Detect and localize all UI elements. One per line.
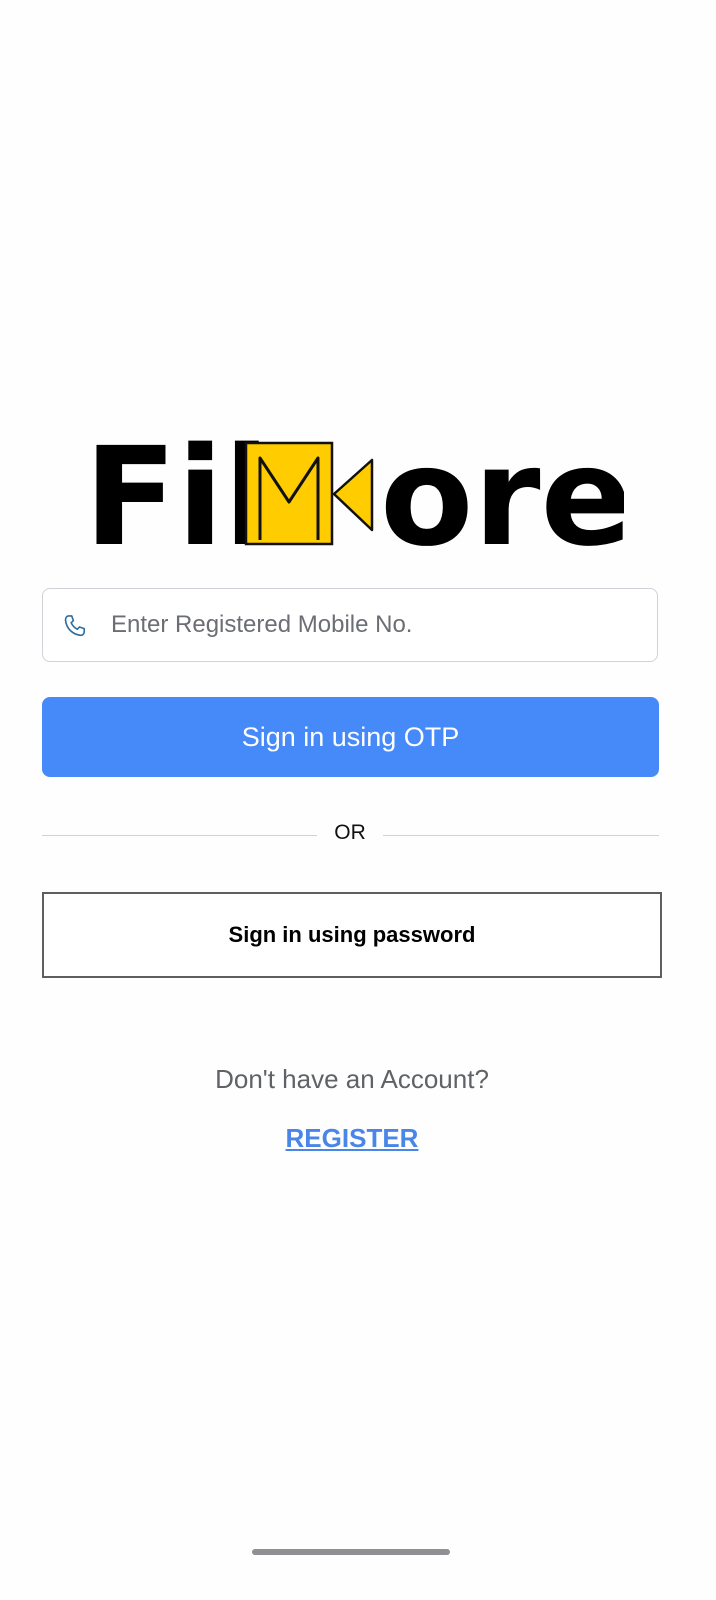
home-indicator[interactable]: [252, 1549, 450, 1555]
register-prompt: Don't have an Account?: [215, 1064, 489, 1094]
login-screen: Fil ore Sign in using OTP OR Sign in usi…: [0, 0, 716, 1600]
sign-in-password-button[interactable]: Sign in using password: [42, 892, 662, 978]
divider-line-left: [42, 835, 317, 836]
mobile-number-input[interactable]: [111, 589, 641, 661]
phone-icon: [64, 615, 86, 637]
filmore-logo: Fil ore: [84, 438, 624, 558]
sign-in-otp-button[interactable]: Sign in using OTP: [42, 697, 659, 777]
logo-text-right: ore: [380, 438, 624, 558]
logo-text-left: Fil: [84, 438, 270, 558]
logo-camera-m-icon: [244, 441, 374, 546]
register-link[interactable]: REGISTER: [0, 1123, 704, 1154]
divider-line-right: [383, 835, 659, 836]
or-divider: OR: [42, 815, 659, 855]
divider-text: OR: [334, 821, 366, 844]
mobile-number-field[interactable]: [42, 588, 658, 662]
